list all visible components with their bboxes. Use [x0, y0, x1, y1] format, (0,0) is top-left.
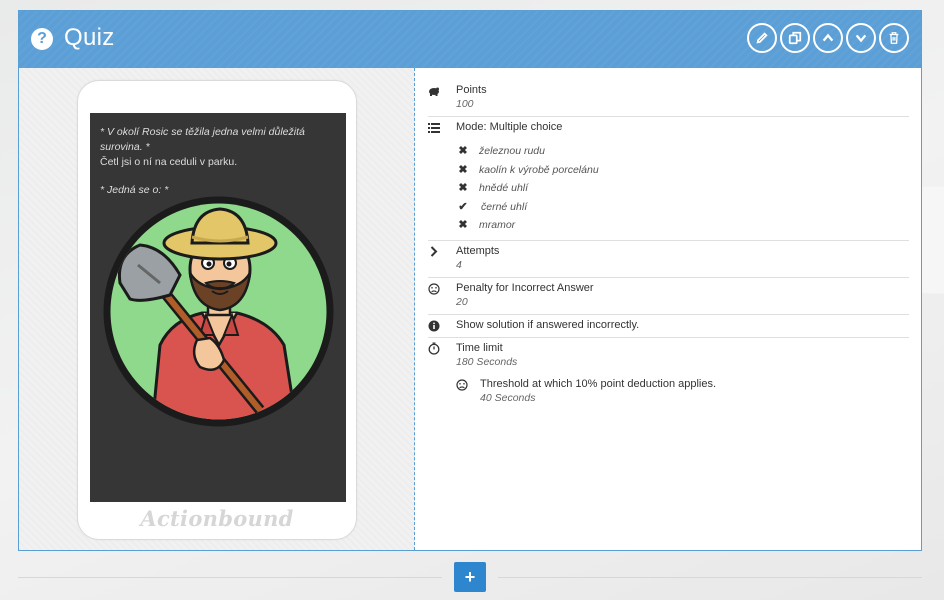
- card-body: * V okolí Rosic se těžila jedna velmi dů…: [19, 68, 921, 550]
- attempts-label: Attempts: [456, 244, 500, 257]
- frown-icon: [456, 378, 468, 391]
- card-header: ? Quiz: [19, 11, 921, 68]
- solution-label: Show solution if answered incorrectly.: [456, 318, 640, 331]
- move-up-button[interactable]: [813, 23, 843, 53]
- check-icon: ✔: [458, 200, 468, 213]
- question-circle-icon: ?: [31, 28, 53, 50]
- list-icon: [428, 122, 440, 134]
- trash-icon: [889, 32, 899, 44]
- chevron-right-icon: [428, 246, 440, 258]
- phone-preview: * V okolí Rosic se těžila jedna velmi dů…: [77, 80, 357, 540]
- threshold-label: Threshold at which 10% point deduction a…: [480, 377, 717, 390]
- answer-item: ✖ mramor: [456, 216, 909, 235]
- penalty-value: 20: [456, 295, 468, 308]
- threshold-value: 40 Seconds: [480, 391, 536, 404]
- stopwatch-icon: [428, 342, 440, 355]
- delete-button[interactable]: [879, 23, 909, 53]
- miner-illustration: [102, 195, 335, 428]
- answer-item: ✔ černé uhlí: [456, 198, 909, 217]
- cross-icon: ✖: [458, 163, 468, 176]
- duplicate-button[interactable]: [780, 23, 810, 53]
- attempts-value: 4: [456, 258, 462, 271]
- cross-icon: ✖: [458, 145, 468, 157]
- frown-icon: [428, 282, 440, 295]
- card-title: Quiz: [64, 24, 115, 51]
- time-label: Time limit: [456, 341, 503, 354]
- footer-divider-left: [18, 577, 442, 578]
- points-value: 100: [456, 98, 474, 110]
- copy-icon: [788, 31, 802, 45]
- edit-button[interactable]: [747, 23, 777, 53]
- info-icon: [428, 320, 440, 332]
- answer-item: ✖ kaolín k výrobě porcelánu: [456, 161, 909, 180]
- answer-item: ✖ hnědé uhlí: [456, 179, 909, 198]
- penalty-label: Penalty for Incorrect Answer: [456, 281, 594, 294]
- attempts-row: Attempts 4: [428, 241, 909, 278]
- mode-row: Mode: Multiple choice ✖ železnou rudu ✖ ka…: [428, 117, 909, 241]
- points-label: Points: [456, 84, 487, 96]
- phone-screen: * V okolí Rosic se těžila jedna velmi dů…: [90, 113, 346, 502]
- question-text: * V okolí Rosic se těžila jedna velmi dů…: [100, 125, 336, 198]
- chevron-down-icon: [855, 34, 867, 43]
- question-line-1: * V okolí Rosic se těžila jedna velmi dů…: [100, 126, 305, 153]
- pencil-icon: [756, 32, 768, 44]
- actionbound-logo: Actionbound: [140, 506, 294, 531]
- mode-label: Mode: Multiple choice: [456, 121, 563, 133]
- move-down-button[interactable]: [846, 23, 876, 53]
- piggy-bank-icon: [428, 85, 440, 97]
- penalty-row: Penalty for Incorrect Answer 20: [428, 278, 909, 315]
- cross-icon: ✖: [458, 219, 468, 231]
- preview-pane: * V okolí Rosic se těžila jedna velmi dů…: [19, 68, 415, 550]
- time-row: Time limit 180 Seconds Threshold at whic…: [428, 338, 909, 410]
- points-row: Points 100: [428, 80, 909, 117]
- header-actions: [747, 23, 909, 53]
- details-pane: Points 100 Mode: Multiple choice ✖ železn…: [416, 68, 921, 550]
- chevron-up-icon: [822, 33, 834, 42]
- threshold-row: Threshold at which 10% point deduction a…: [456, 369, 909, 405]
- time-value: 180 Seconds: [456, 355, 518, 368]
- answer-item: ✖ železnou rudu: [456, 142, 909, 161]
- question-line-2: Četl jsi o ní na ceduli v parku.: [100, 156, 238, 168]
- solution-row: Show solution if answered incorrectly.: [428, 315, 909, 338]
- add-element-button[interactable]: +: [454, 562, 486, 592]
- answer-list: ✖ železnou rudu ✖ kaolín k výrobě porcelán…: [456, 142, 909, 235]
- cross-icon: ✖: [458, 182, 468, 194]
- quiz-card: ? Quiz * V okolí Rosic se těžila jedna v…: [18, 10, 922, 551]
- footer-divider-right: [498, 577, 922, 578]
